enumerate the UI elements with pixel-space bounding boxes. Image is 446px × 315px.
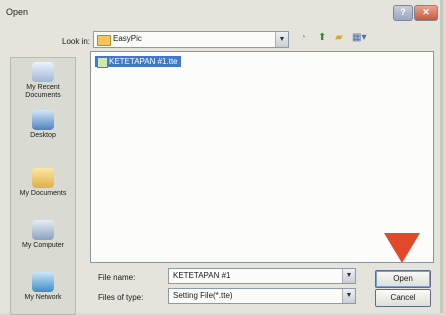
help-button[interactable]: ?: [393, 5, 413, 21]
folder-icon: [97, 35, 111, 46]
chevron-down-icon[interactable]: ▼: [342, 289, 355, 303]
desktop-icon: [32, 110, 54, 130]
place-label: My Computer: [21, 242, 64, 249]
place-label: Desktop: [30, 132, 56, 139]
place-label: My Documents: [19, 190, 67, 197]
my-documents-icon: [32, 168, 54, 188]
file-list[interactable]: KETETAPAN #1.tte: [90, 51, 434, 263]
place-my-documents[interactable]: My Documents: [11, 168, 75, 198]
my-network-icon: [32, 272, 54, 292]
place-my-recent-documents[interactable]: My Recent Documents: [11, 62, 75, 100]
open-button[interactable]: Open: [375, 270, 431, 288]
my-computer-icon: [32, 220, 54, 240]
chevron-down-icon[interactable]: ▼: [342, 269, 355, 283]
open-dialog: Open ? ✕ Look in: EasyPic ▼ ◔ ⬆ ▰ ▦▾ My …: [0, 0, 440, 315]
place-my-computer[interactable]: My Computer: [11, 220, 75, 250]
look-in-dropdown[interactable]: EasyPic ▼: [93, 31, 289, 48]
list-item[interactable]: KETETAPAN #1.tte: [95, 56, 181, 68]
file-name-value: KETETAPAN #1: [173, 271, 231, 280]
look-in-label: Look in:: [62, 37, 91, 46]
close-button[interactable]: ✕: [414, 5, 438, 21]
recent-documents-icon: [32, 62, 54, 82]
place-desktop[interactable]: Desktop: [11, 110, 75, 140]
look-in-value: EasyPic: [113, 34, 142, 43]
file-icon: [97, 57, 108, 68]
back-icon[interactable]: ◔: [300, 31, 306, 45]
file-type-select[interactable]: Setting File(*.tte) ▼: [168, 288, 356, 304]
view-menu-icon[interactable]: ▦▾: [352, 31, 366, 45]
file-name-input[interactable]: KETETAPAN #1 ▼: [168, 268, 356, 284]
file-type-value: Setting File(*.tte): [173, 291, 233, 300]
places-bar: My Recent Documents Desktop My Documents…: [10, 57, 76, 315]
window-title: Open: [6, 7, 29, 17]
file-name: KETETAPAN #1.tte: [109, 57, 178, 66]
up-folder-icon[interactable]: ⬆: [318, 31, 326, 45]
place-label: My Recent Documents: [25, 84, 61, 99]
chevron-down-icon[interactable]: ▼: [275, 32, 288, 47]
place-label: My Network: [24, 294, 62, 301]
place-my-network[interactable]: My Network: [11, 272, 75, 302]
red-arrow-annotation: [384, 233, 420, 263]
new-folder-icon[interactable]: ▰: [335, 31, 343, 45]
file-type-label: Files of type:: [98, 293, 144, 302]
file-name-label: File name:: [98, 273, 136, 282]
cancel-button[interactable]: Cancel: [375, 289, 431, 307]
